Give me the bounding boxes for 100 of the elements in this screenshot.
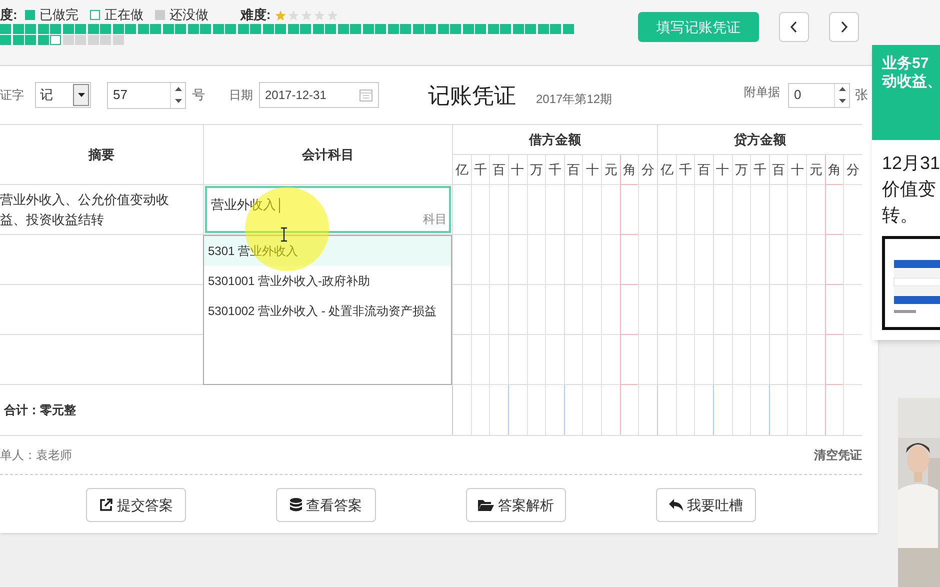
- amount-cell[interactable]: [750, 185, 769, 235]
- amount-cell[interactable]: [843, 185, 862, 235]
- amount-cell[interactable]: [508, 335, 527, 385]
- progress-square[interactable]: [275, 24, 286, 34]
- amount-cell[interactable]: [601, 185, 620, 235]
- amount-cell[interactable]: [657, 235, 676, 285]
- amount-cell[interactable]: [545, 235, 564, 285]
- amount-cell[interactable]: [676, 185, 694, 235]
- amount-cell[interactable]: [582, 335, 602, 385]
- amount-cell[interactable]: [601, 335, 620, 385]
- amount-cell[interactable]: [470, 235, 490, 285]
- progress-square[interactable]: [488, 24, 498, 34]
- amount-cell[interactable]: [750, 335, 769, 385]
- amount-cell[interactable]: [824, 185, 844, 235]
- progress-square[interactable]: [312, 24, 324, 34]
- progress-square[interactable]: [288, 24, 298, 34]
- amount-cell[interactable]: [787, 185, 806, 235]
- amount-cell[interactable]: [768, 235, 788, 285]
- amount-cell[interactable]: [620, 335, 638, 385]
- action-button[interactable]: 答案解析: [466, 488, 566, 522]
- amount-cell[interactable]: [694, 235, 713, 285]
- amount-cell[interactable]: [526, 335, 546, 385]
- progress-square[interactable]: [250, 24, 261, 34]
- progress-square[interactable]: [125, 24, 136, 34]
- progress-square[interactable]: [550, 24, 561, 34]
- amount-cell[interactable]: [564, 235, 582, 285]
- amount-cell[interactable]: [787, 335, 806, 385]
- progress-square[interactable]: [425, 24, 436, 34]
- progress-square[interactable]: [138, 24, 148, 34]
- progress-square[interactable]: [75, 35, 86, 45]
- amount-cell[interactable]: [676, 285, 694, 335]
- amount-cell[interactable]: [489, 235, 508, 285]
- amount-cell[interactable]: [712, 235, 732, 285]
- amount-cell[interactable]: [732, 235, 750, 285]
- clear-voucher-link[interactable]: 清空凭证: [814, 446, 862, 464]
- amount-cell[interactable]: [732, 335, 750, 385]
- progress-square[interactable]: [150, 24, 161, 34]
- amount-cell[interactable]: [657, 185, 676, 235]
- progress-square[interactable]: [88, 24, 98, 34]
- amount-cell[interactable]: [508, 185, 527, 235]
- progress-square[interactable]: [100, 35, 111, 45]
- progress-square[interactable]: [238, 24, 248, 34]
- amount-cell[interactable]: [489, 285, 508, 335]
- amount-cell[interactable]: [582, 285, 602, 335]
- amount-cell[interactable]: [843, 235, 862, 285]
- amount-cell[interactable]: [806, 185, 825, 235]
- progress-square[interactable]: [562, 24, 574, 34]
- progress-square[interactable]: [538, 24, 548, 34]
- progress-square[interactable]: [50, 24, 61, 34]
- amount-cell[interactable]: [620, 285, 638, 335]
- amount-cell[interactable]: [768, 285, 788, 335]
- amount-cell[interactable]: [843, 335, 862, 385]
- progress-square[interactable]: [262, 24, 274, 34]
- progress-square[interactable]: [88, 35, 98, 45]
- progress-square[interactable]: [188, 24, 198, 34]
- amount-cell[interactable]: [526, 235, 546, 285]
- amount-cell[interactable]: [676, 235, 694, 285]
- amount-cell[interactable]: [750, 285, 769, 335]
- progress-square[interactable]: [0, 35, 11, 45]
- amount-cell[interactable]: [564, 185, 582, 235]
- amount-cell[interactable]: [638, 185, 657, 235]
- number-field[interactable]: 57: [107, 82, 186, 108]
- amount-cell[interactable]: [620, 235, 638, 285]
- amount-cell[interactable]: [694, 285, 713, 335]
- amount-cell[interactable]: [712, 185, 732, 235]
- amount-cell[interactable]: [545, 335, 564, 385]
- amount-cell[interactable]: [824, 235, 844, 285]
- summary-text[interactable]: 营业外收入、公允价值变动收益、投资收益结转: [0, 190, 182, 230]
- amount-cell[interactable]: [657, 335, 676, 385]
- progress-square[interactable]: [38, 35, 48, 45]
- amount-cell[interactable]: [787, 235, 806, 285]
- amount-cell[interactable]: [694, 185, 713, 235]
- amount-cell[interactable]: [806, 335, 825, 385]
- progress-square[interactable]: [38, 24, 48, 34]
- action-button[interactable]: 提交答案: [86, 488, 186, 522]
- progress-square[interactable]: [300, 24, 311, 34]
- progress-square[interactable]: [525, 24, 536, 34]
- attachments-field[interactable]: 0: [788, 82, 850, 108]
- progress-square[interactable]: [25, 35, 36, 45]
- amount-cell[interactable]: [489, 335, 508, 385]
- amount-cell[interactable]: [732, 285, 750, 335]
- previous-button[interactable]: [779, 12, 809, 42]
- amount-cell[interactable]: [601, 235, 620, 285]
- progress-square[interactable]: [500, 24, 511, 34]
- amount-cell[interactable]: [712, 335, 732, 385]
- progress-square[interactable]: [388, 24, 398, 34]
- progress-square[interactable]: [25, 24, 36, 34]
- amount-cell[interactable]: [638, 285, 657, 335]
- amount-cell[interactable]: [489, 185, 508, 235]
- amount-cell[interactable]: [712, 285, 732, 335]
- amount-cell[interactable]: [768, 335, 788, 385]
- amount-cell[interactable]: [582, 185, 602, 235]
- progress-square[interactable]: [462, 24, 474, 34]
- amount-cell[interactable]: [545, 185, 564, 235]
- amount-cell[interactable]: [526, 285, 546, 335]
- amount-cell[interactable]: [638, 335, 657, 385]
- amount-cell[interactable]: [824, 335, 844, 385]
- amount-cell[interactable]: [452, 185, 471, 235]
- progress-square[interactable]: [175, 24, 186, 34]
- amount-cell[interactable]: [508, 235, 527, 285]
